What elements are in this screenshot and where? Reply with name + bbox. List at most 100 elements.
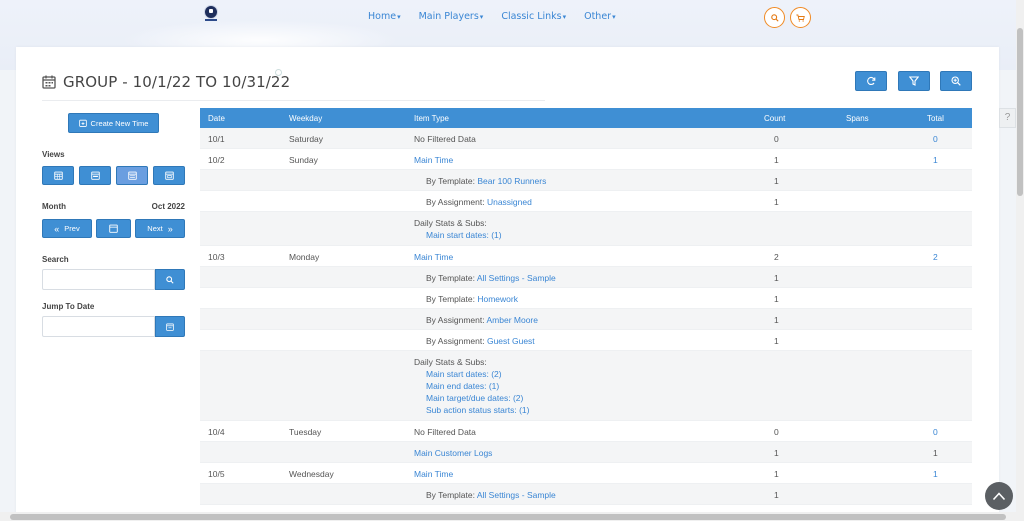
row-breakdown-link[interactable]: Amber Moore (486, 315, 538, 325)
logo[interactable] (204, 5, 218, 19)
daily-stat-link[interactable]: Main start dates: (1) (426, 230, 502, 240)
row-breakdown: By Template: All Settings - Sample (426, 273, 556, 283)
header-date[interactable]: Date (208, 114, 225, 123)
calendar-icon (166, 323, 174, 331)
scroll-to-top-button[interactable] (985, 482, 1013, 510)
jump-to-date-input[interactable] (42, 316, 155, 337)
row-breakdown-link[interactable]: All Settings - Sample (477, 273, 556, 283)
table-row: By Assignment: Amber Moore 1 (200, 309, 972, 330)
row-breakdown-link[interactable]: Guest Guest (487, 336, 535, 346)
nav-item-other[interactable]: Other▾ (584, 11, 616, 22)
sidebar: Create New Time Views Month Oct 2022 « P… (42, 113, 185, 393)
row-item-link[interactable]: Main Time (414, 252, 453, 262)
row-date: 10/3 (208, 252, 225, 262)
double-chevron-right-icon: » (167, 223, 173, 234)
row-count: 0 (774, 134, 779, 144)
search-submit-button[interactable] (155, 269, 185, 290)
row-breakdown-link[interactable]: Homework (477, 294, 518, 304)
table-row-stats: Daily Stats & Subs: Main start dates: (1… (200, 212, 972, 246)
calendar-icon (42, 75, 56, 89)
daily-stats-label: Daily Stats & Subs: (414, 357, 487, 367)
row-breakdown-link[interactable]: Bear 100 Runners (477, 176, 546, 186)
row-breakdown-link[interactable]: All Settings - Sample (477, 490, 556, 500)
header-spans[interactable]: Spans (846, 114, 869, 123)
info-icon[interactable] (275, 69, 282, 76)
view-day-button[interactable] (153, 166, 185, 185)
row-date: 10/2 (208, 155, 225, 165)
logo-bar (205, 19, 217, 21)
nav-item-home[interactable]: Home▾ (368, 11, 401, 22)
daily-stat-link[interactable]: Main start dates: (2) (426, 369, 502, 379)
header-total[interactable]: Total (927, 114, 944, 123)
row-breakdown: By Template: Homework (426, 294, 518, 304)
calendar-week-icon (90, 171, 100, 180)
today-button[interactable] (96, 219, 131, 238)
calendar-grid-icon (53, 171, 63, 180)
row-count: 1 (774, 315, 779, 325)
row-weekday: Sunday (289, 155, 318, 165)
chevron-down-icon: ▾ (612, 13, 616, 21)
nav-item-main-players[interactable]: Main Players▾ (419, 11, 484, 22)
view-month-button[interactable] (42, 166, 74, 185)
next-month-button[interactable]: Next » (135, 219, 185, 238)
search-input[interactable] (42, 269, 155, 290)
table-row: By Template: Homework 1 (200, 288, 972, 309)
daily-stat-link[interactable]: Main end dates: (1) (426, 381, 499, 391)
jump-to-date-button[interactable] (155, 316, 185, 337)
row-weekday: Saturday (289, 134, 324, 144)
calendar-plus-icon (78, 119, 87, 127)
row-item-link[interactable]: Main Time (414, 155, 453, 165)
views-label: Views (42, 150, 65, 159)
table-row: By Assignment: Unassigned 1 (200, 191, 972, 212)
daily-stat-link[interactable]: Main target/due dates: (2) (426, 393, 523, 403)
row-breakdown-link[interactable]: Unassigned (487, 197, 532, 207)
filter-button[interactable] (898, 71, 930, 91)
vertical-scrollbar-thumb[interactable] (1017, 28, 1023, 196)
row-total-link[interactable]: 2 (933, 252, 938, 262)
header-item-type[interactable]: Item Type (414, 114, 449, 123)
nav-item-classic-links[interactable]: Classic Links▾ (501, 11, 566, 22)
row-total-link[interactable]: 0 (933, 427, 938, 437)
navbar: Home▾ Main Players▾ Classic Links▾ Other… (0, 0, 1016, 36)
row-total-link[interactable]: 1 (933, 155, 938, 165)
search-icon (166, 275, 174, 284)
horizontal-scrollbar-thumb[interactable] (10, 514, 1006, 520)
table-header: Date Weekday Item Type Count Spans Total (200, 108, 972, 128)
zoom-in-button[interactable] (940, 71, 972, 91)
row-count: 1 (774, 448, 779, 458)
row-count: 1 (774, 197, 779, 207)
row-count: 1 (774, 294, 779, 304)
refresh-icon (867, 76, 876, 86)
view-list-button[interactable] (116, 166, 148, 185)
search-icon (770, 13, 779, 22)
daily-stat-link[interactable]: Sub action status starts: (1) (426, 405, 529, 415)
prev-month-button[interactable]: « Prev (42, 219, 92, 238)
cart-button[interactable] (790, 7, 811, 28)
search-button[interactable] (764, 7, 785, 28)
row-total-link[interactable]: 1 (933, 469, 938, 479)
stats-table: Date Weekday Item Type Count Spans Total… (200, 108, 972, 505)
row-count: 1 (774, 336, 779, 346)
view-week-button[interactable] (79, 166, 111, 185)
nav-item-label: Home (368, 11, 397, 22)
row-breakdown-prefix: By Template: (426, 176, 478, 186)
header-weekday[interactable]: Weekday (289, 114, 322, 123)
calendar-day-icon (164, 171, 174, 180)
row-breakdown-prefix: By Assignment: (426, 336, 487, 346)
table-row-stats: Daily Stats & Subs: Main start dates: (2… (200, 351, 972, 421)
row-item-link[interactable]: Main Time (414, 469, 453, 479)
main-card: GROUP - 10/1/22 TO 10/31/22 Create New T… (16, 47, 999, 521)
row-count: 1 (774, 469, 779, 479)
refresh-button[interactable] (855, 71, 887, 91)
row-item-link[interactable]: Main Customer Logs (414, 448, 492, 458)
row-count: 1 (774, 273, 779, 283)
row-weekday: Wednesday (289, 469, 334, 479)
header-count[interactable]: Count (764, 114, 785, 123)
row-date: 10/1 (208, 134, 225, 144)
row-total-link[interactable]: 0 (933, 134, 938, 144)
help-tab[interactable]: ? (999, 108, 1016, 128)
month-value: Oct 2022 (151, 202, 185, 211)
create-new-time-button[interactable]: Create New Time (68, 113, 159, 133)
row-breakdown-prefix: By Template: (426, 490, 477, 500)
table-row: By Template: All Settings - Sample 1 (200, 484, 972, 505)
